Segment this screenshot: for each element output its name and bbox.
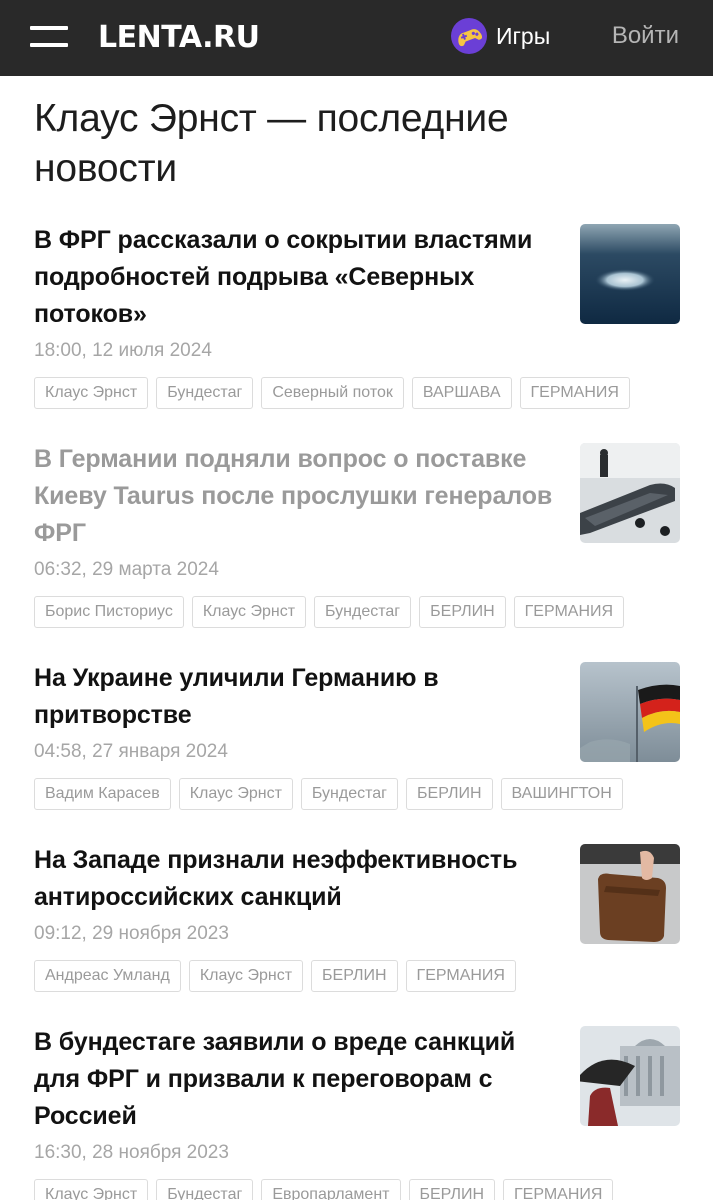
menu-icon[interactable] <box>30 26 68 50</box>
tag[interactable]: БЕРЛИН <box>408 1179 495 1200</box>
news-item: На Украине уличили Германию в притворств… <box>0 660 713 842</box>
tag[interactable]: БЕРЛИН <box>311 960 398 992</box>
tag[interactable]: Бундестаг <box>156 377 254 409</box>
tag[interactable]: Бундестаг <box>156 1179 254 1200</box>
umbrella-reichstag-photo-icon <box>580 1026 680 1126</box>
tag[interactable]: ГЕРМАНИЯ <box>519 377 630 409</box>
tag[interactable]: Андреас Умланд <box>34 960 181 992</box>
news-title[interactable]: На Западе признали неэффективность антир… <box>34 842 554 916</box>
news-thumbnail[interactable] <box>580 1026 680 1126</box>
news-thumbnail[interactable] <box>580 443 680 543</box>
tag[interactable]: Европарламент <box>261 1179 401 1200</box>
menu-icon-line <box>30 26 68 30</box>
news-date: 06:32, 29 марта 2024 <box>34 559 219 580</box>
news-date: 18:00, 12 июля 2024 <box>34 340 212 361</box>
tag[interactable]: ВАРШАВА <box>411 377 512 409</box>
tag[interactable]: Клаус Эрнст <box>188 960 304 992</box>
tag[interactable]: Северный поток <box>261 377 404 409</box>
news-item: В Германии подняли вопрос о поставке Кие… <box>0 441 713 660</box>
games-label: Игры <box>496 22 551 49</box>
news-thumbnail[interactable] <box>580 662 680 762</box>
tag[interactable]: Бундестаг <box>314 596 412 628</box>
login-button[interactable]: Войти <box>612 22 679 50</box>
taurus-missile-photo-icon <box>580 443 680 543</box>
tag-list: Вадим Карасев Клаус Эрнст Бундестаг БЕРЛ… <box>34 778 679 810</box>
tag[interactable]: ГЕРМАНИЯ <box>405 960 516 992</box>
tag[interactable]: ВАШИНГТОН <box>500 778 623 810</box>
tag[interactable]: БЕРЛИН <box>419 596 506 628</box>
tag[interactable]: Борис Писториус <box>34 596 184 628</box>
news-item: В бундестаге заявили о вреде санкций для… <box>0 1024 713 1200</box>
tag[interactable]: Клаус Эрнст <box>34 377 149 409</box>
tag[interactable]: БЕРЛИН <box>406 778 493 810</box>
games-link[interactable]: Игры <box>450 16 550 56</box>
news-title[interactable]: В ФРГ рассказали о сокрытии властями под… <box>34 222 554 333</box>
tag-list: Клаус Эрнст Бундестаг Европарламент БЕРЛ… <box>34 1179 679 1200</box>
sea-gas-leak-photo-icon <box>580 224 680 324</box>
site-logo[interactable]: LENTA.RU <box>98 20 260 55</box>
menu-icon-line <box>30 43 68 47</box>
news-thumbnail[interactable] <box>580 844 680 944</box>
news-date: 16:30, 28 ноября 2023 <box>34 1142 229 1163</box>
tag[interactable]: Вадим Карасев <box>34 778 171 810</box>
page-title: Клаус Эрнст — последние новости <box>34 97 509 190</box>
german-flag-photo-icon <box>580 662 680 762</box>
top-navigation-bar: LENTA.RU Игры Войти <box>0 0 713 76</box>
gamepad-icon <box>451 18 487 54</box>
news-title[interactable]: На Украине уличили Германию в притворств… <box>34 660 554 734</box>
tag[interactable]: ГЕРМАНИЯ <box>503 1179 614 1200</box>
tag-list: Клаус Эрнст Бундестаг Северный поток ВАР… <box>34 377 679 409</box>
news-item: На Западе признали неэффективность антир… <box>0 842 713 1024</box>
news-thumbnail[interactable] <box>580 224 680 324</box>
tag-list: Борис Писториус Клаус Эрнст Бундестаг БЕ… <box>34 596 679 628</box>
news-title[interactable]: В Германии подняли вопрос о поставке Кие… <box>34 441 554 552</box>
news-title[interactable]: В бундестаге заявили о вреде санкций для… <box>34 1024 554 1135</box>
news-list: В ФРГ рассказали о сокрытии властями под… <box>0 222 713 1200</box>
news-item: В ФРГ рассказали о сокрытии властями под… <box>0 222 713 441</box>
briefcase-photo-icon <box>580 844 680 944</box>
tag[interactable]: Клаус Эрнст <box>178 778 293 810</box>
tag[interactable]: Бундестаг <box>300 778 399 810</box>
tag[interactable]: ГЕРМАНИЯ <box>513 596 625 628</box>
tag-list: Андреас Умланд Клаус Эрнст БЕРЛИН ГЕРМАН… <box>34 960 679 992</box>
tag[interactable]: Клаус Эрнст <box>191 596 307 628</box>
tag[interactable]: Клаус Эрнст <box>34 1179 149 1200</box>
